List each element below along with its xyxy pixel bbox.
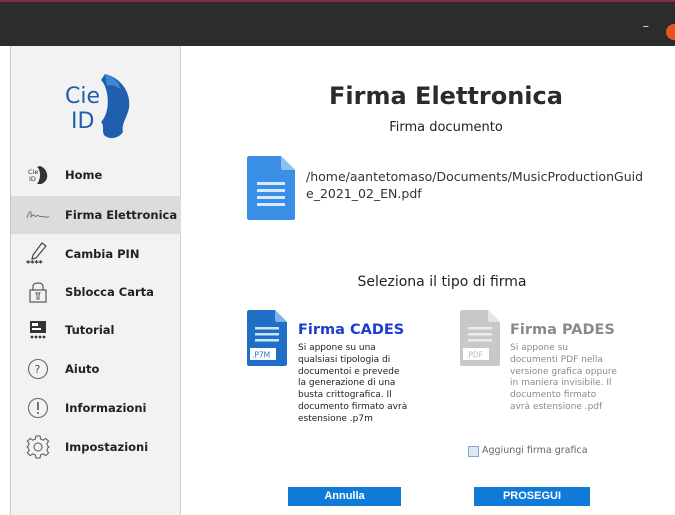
add-graphic-signature-checkbox[interactable]	[468, 446, 479, 457]
sidebar-item-cambia-pin[interactable]: **** Cambia PIN	[11, 235, 181, 273]
logo-text-cie: Cie	[65, 84, 100, 109]
option-title: Firma CADES	[298, 322, 405, 338]
sidebar: Cie ID Cie ID Home Firma Elettronica ****…	[10, 46, 181, 515]
help-icon: ?	[26, 357, 50, 381]
sidebar-item-label: Tutorial	[65, 323, 115, 337]
sidebar-item-informazioni[interactable]: Informazioni	[11, 389, 181, 427]
sidebar-item-label: Informazioni	[65, 401, 147, 415]
page-title: Firma Elettronica	[329, 82, 563, 110]
svg-text:ID: ID	[29, 175, 36, 183]
close-button[interactable]	[666, 24, 675, 40]
sidebar-item-sblocca-carta[interactable]: Sblocca Carta	[11, 273, 181, 311]
pin-pen-icon: ****	[26, 242, 50, 267]
tutorial-icon	[26, 318, 50, 342]
sidebar-item-label: Sblocca Carta	[65, 285, 154, 299]
sidebar-item-label: Firma Elettronica	[65, 208, 178, 222]
p7m-badge: .P7M	[252, 351, 270, 360]
proceed-button[interactable]: PROSEGUI	[474, 487, 590, 506]
padlock-icon	[26, 280, 50, 304]
option-title: Firma PADES	[510, 322, 615, 338]
cancel-button[interactable]: Annulla	[288, 487, 401, 506]
pdf-badge: .PDF	[466, 351, 483, 360]
file-path: /home/aantetomaso/Documents/MusicProduct…	[306, 169, 644, 201]
window-titlebar: –	[0, 0, 675, 46]
signature-type-heading: Seleziona il tipo di firma	[357, 274, 527, 290]
sidebar-item-home[interactable]: Cie ID Home	[11, 156, 181, 194]
info-icon	[26, 396, 50, 420]
sidebar-item-tutorial[interactable]: Tutorial	[11, 311, 181, 349]
sidebar-item-firma-elettronica[interactable]: Firma Elettronica	[11, 196, 181, 234]
option-description: Si appone su una qualsiasi tipologia di …	[298, 343, 408, 424]
cie-home-icon: Cie ID	[26, 163, 50, 187]
page-subtitle: Firma documento	[389, 120, 503, 135]
document-icon	[247, 156, 295, 220]
pdf-file-icon: .PDF	[460, 310, 500, 366]
sidebar-item-label: Cambia PIN	[65, 247, 140, 261]
signature-icon	[26, 203, 50, 227]
gear-icon	[26, 435, 50, 459]
sidebar-item-label: Aiuto	[65, 362, 100, 376]
logo-text-id: ID	[71, 109, 94, 134]
p7m-file-icon: .P7M	[247, 310, 287, 366]
sidebar-item-aiuto[interactable]: ? Aiuto	[11, 350, 181, 388]
minimize-button[interactable]: –	[643, 20, 650, 33]
option-description: Si appone su documenti PDF nella version…	[510, 343, 617, 412]
add-graphic-signature-label: Aggiungi firma grafica	[482, 445, 588, 456]
svg-text:****: ****	[26, 259, 44, 267]
sidebar-item-impostazioni[interactable]: Impostazioni	[11, 428, 181, 466]
svg-text:?: ?	[35, 363, 41, 376]
sidebar-item-label: Home	[65, 168, 103, 182]
main-panel: Firma Elettronica Firma documento /home/…	[182, 46, 675, 515]
cie-id-logo: Cie ID	[65, 74, 130, 139]
sidebar-item-label: Impostazioni	[65, 440, 149, 454]
